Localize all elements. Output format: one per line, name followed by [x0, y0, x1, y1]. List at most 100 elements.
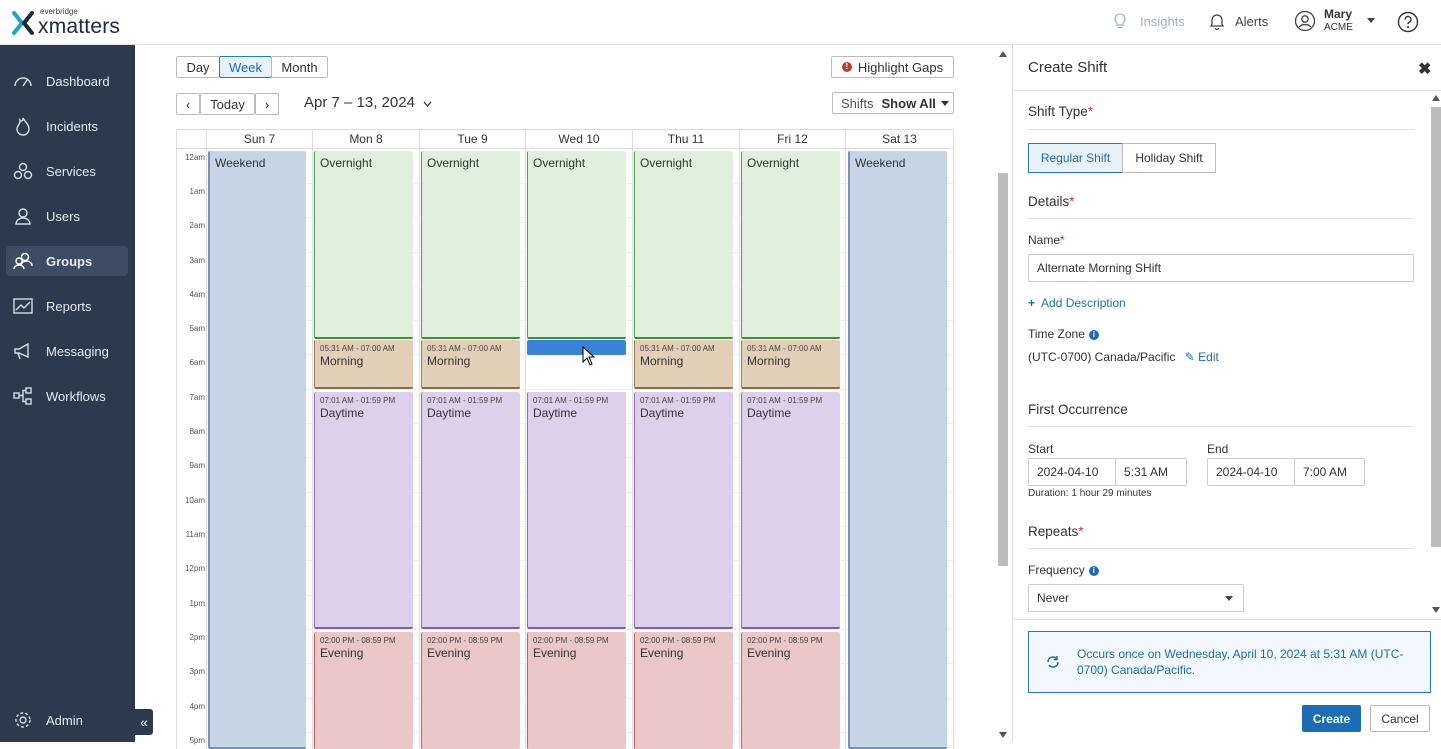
shift-evening-tue[interactable]: 02:00 PM - 08:59 PM Evening: [421, 632, 520, 749]
insights-label: Insights: [1140, 13, 1185, 29]
start-date-input[interactable]: 2024-04-10: [1028, 458, 1116, 486]
shift-evening-wed[interactable]: 02:00 PM - 08:59 PM Evening: [527, 632, 626, 749]
shifts-filter-dropdown[interactable]: Shifts Show All: [832, 92, 954, 114]
shift-weekend-sun[interactable]: Weekend: [208, 151, 306, 749]
duration-text: Duration: 1 hour 29 minutes: [1028, 488, 1152, 499]
help-button[interactable]: [1397, 11, 1419, 33]
top-bar: everbridge xmatters Insights Alerts Mary…: [0, 0, 1441, 45]
shift-evening-thu[interactable]: 02:00 PM - 08:59 PM Evening: [634, 632, 733, 749]
shift-morning-mon[interactable]: 05:31 AM - 07:00 AM Morning: [314, 340, 413, 389]
sidebar-item-messaging[interactable]: Messaging: [6, 336, 128, 366]
scroll-down-arrow-icon[interactable]: [999, 732, 1007, 738]
shift-evening-fri[interactable]: 02:00 PM - 08:59 PM Evening: [741, 632, 840, 749]
sidebar-item-reports[interactable]: Reports: [6, 291, 128, 321]
occurrence-summary-text: Occurs once on Wednesday, April 10, 2024…: [1077, 647, 1404, 677]
today-button[interactable]: Today: [200, 93, 255, 115]
view-day-button[interactable]: Day: [176, 56, 220, 78]
details-heading: Details*: [1028, 194, 1075, 209]
xmatters-logo-icon: [12, 10, 34, 35]
cancel-button[interactable]: Cancel: [1370, 705, 1430, 732]
edit-time-zone-link[interactable]: ✎ Edit: [1185, 350, 1219, 364]
shift-weekend-sat[interactable]: Weekend: [848, 151, 947, 749]
shift-time: 02:00 PM - 08:59 PM: [533, 636, 609, 645]
calendar-scrollbar[interactable]: [998, 173, 1008, 566]
sidebar-item-workflows[interactable]: Workflows: [6, 381, 128, 411]
view-month-button[interactable]: Month: [271, 56, 328, 78]
shift-daytime-thu[interactable]: 07:01 AM - 01:59 PM Daytime: [634, 392, 733, 629]
frequency-select[interactable]: Never: [1028, 584, 1244, 612]
scroll-up-arrow-icon[interactable]: [1432, 95, 1440, 101]
user-avatar-icon: [1294, 10, 1316, 32]
calendar-area: Day Week Month ! Highlight Gaps ‹ Today …: [163, 45, 1008, 749]
shift-overnight-thu[interactable]: Overnight: [634, 151, 733, 339]
hour-label: 2pm: [189, 633, 205, 642]
hour-label: 5am: [189, 324, 205, 333]
shift-name: Morning: [427, 354, 471, 368]
shift-name: Morning: [320, 354, 364, 368]
user-org: ACME: [1324, 22, 1353, 33]
info-icon: i: [1088, 565, 1099, 576]
sidebar-item-admin[interactable]: Admin: [6, 705, 128, 735]
shift-name: Overnight: [427, 156, 480, 170]
shift-overnight-tue[interactable]: Overnight: [421, 151, 520, 339]
lightbulb-icon: [1114, 13, 1126, 29]
sidebar-item-incidents[interactable]: Incidents: [6, 111, 128, 141]
regular-shift-toggle[interactable]: Regular Shift: [1028, 143, 1123, 173]
panel-scrollbar[interactable]: [1431, 107, 1441, 547]
collapse-sidebar-button[interactable]: «: [135, 709, 153, 735]
shift-name: Morning: [640, 354, 684, 368]
create-shift-panel: Create Shift ✖ Shift Type* Regular Shift…: [1012, 45, 1441, 742]
shift-overnight-wed[interactable]: Overnight: [527, 151, 626, 339]
shift-name: Daytime: [533, 406, 578, 420]
day-header-fri: Fri 12: [740, 129, 846, 149]
sidebar-item-services[interactable]: Services: [6, 156, 128, 186]
create-button[interactable]: Create: [1302, 705, 1361, 732]
shift-evening-mon[interactable]: 02:00 PM - 08:59 PM Evening: [314, 632, 413, 749]
sidebar-item-dashboard[interactable]: Dashboard: [6, 66, 128, 96]
shift-name: Evening: [320, 646, 364, 660]
insights-button[interactable]: Insights: [1112, 12, 1185, 30]
xmatters-logo[interactable]: everbridge xmatters: [12, 8, 120, 37]
shift-daytime-tue[interactable]: 07:01 AM - 01:59 PM Daytime: [421, 392, 520, 629]
shift-daytime-wed[interactable]: 07:01 AM - 01:59 PM Daytime: [527, 392, 626, 629]
scroll-up-arrow-icon[interactable]: [999, 51, 1007, 57]
alerts-label: Alerts: [1235, 13, 1269, 29]
shift-name: Daytime: [747, 406, 792, 420]
shift-morning-tue[interactable]: 05:31 AM - 07:00 AM Morning: [421, 340, 520, 389]
start-time-input[interactable]: 5:31 AM: [1115, 458, 1187, 486]
info-icon: i: [1088, 329, 1099, 340]
shift-overnight-fri[interactable]: Overnight: [741, 151, 840, 339]
user-menu[interactable]: Mary ACME: [1294, 7, 1375, 35]
shift-daytime-mon[interactable]: 07:01 AM - 01:59 PM Daytime: [314, 392, 413, 629]
plus-icon: +: [1028, 296, 1036, 310]
panel-title: Create Shift: [1028, 59, 1108, 76]
scroll-down-arrow-icon[interactable]: [1432, 607, 1440, 613]
shift-morning-thu[interactable]: 05:31 AM - 07:00 AM Morning: [634, 340, 733, 389]
highlight-gaps-label: Highlight Gaps: [857, 59, 944, 75]
highlight-gaps-button[interactable]: ! Highlight Gaps: [831, 56, 954, 78]
view-week-button[interactable]: Week: [219, 56, 272, 78]
prev-week-button[interactable]: ‹: [176, 93, 200, 115]
shift-overnight-mon[interactable]: Overnight: [314, 151, 413, 339]
end-date-input[interactable]: 2024-04-10: [1207, 458, 1295, 486]
add-description-link[interactable]: + Add Description: [1028, 296, 1126, 310]
hour-label: 12pm: [184, 564, 205, 573]
shift-name-input[interactable]: Alternate Morning SHift: [1028, 254, 1414, 282]
new-shift-selection[interactable]: [527, 340, 626, 355]
alerts-button[interactable]: Alerts: [1209, 12, 1268, 30]
shift-name: Evening: [533, 646, 577, 660]
shift-morning-fri[interactable]: 05:31 AM - 07:00 AM Morning: [741, 340, 840, 389]
groups-icon: [12, 251, 34, 271]
holiday-shift-toggle[interactable]: Holiday Shift: [1122, 143, 1216, 173]
close-panel-button[interactable]: ✖: [1418, 59, 1431, 79]
sidebar-item-label: Dashboard: [46, 73, 110, 89]
date-range-picker[interactable]: Apr 7 – 13, 2024: [304, 94, 432, 111]
next-week-button[interactable]: ›: [255, 93, 279, 115]
sidebar-item-users[interactable]: Users: [6, 201, 128, 231]
hour-label: 6am: [189, 358, 205, 367]
chevron-down-icon: [940, 100, 949, 106]
shift-time: 07:01 AM - 01:59 PM: [533, 396, 609, 405]
end-time-input[interactable]: 7:00 AM: [1294, 458, 1365, 486]
shift-daytime-fri[interactable]: 07:01 AM - 01:59 PM Daytime: [741, 392, 840, 629]
sidebar-item-groups[interactable]: Groups: [6, 246, 128, 276]
